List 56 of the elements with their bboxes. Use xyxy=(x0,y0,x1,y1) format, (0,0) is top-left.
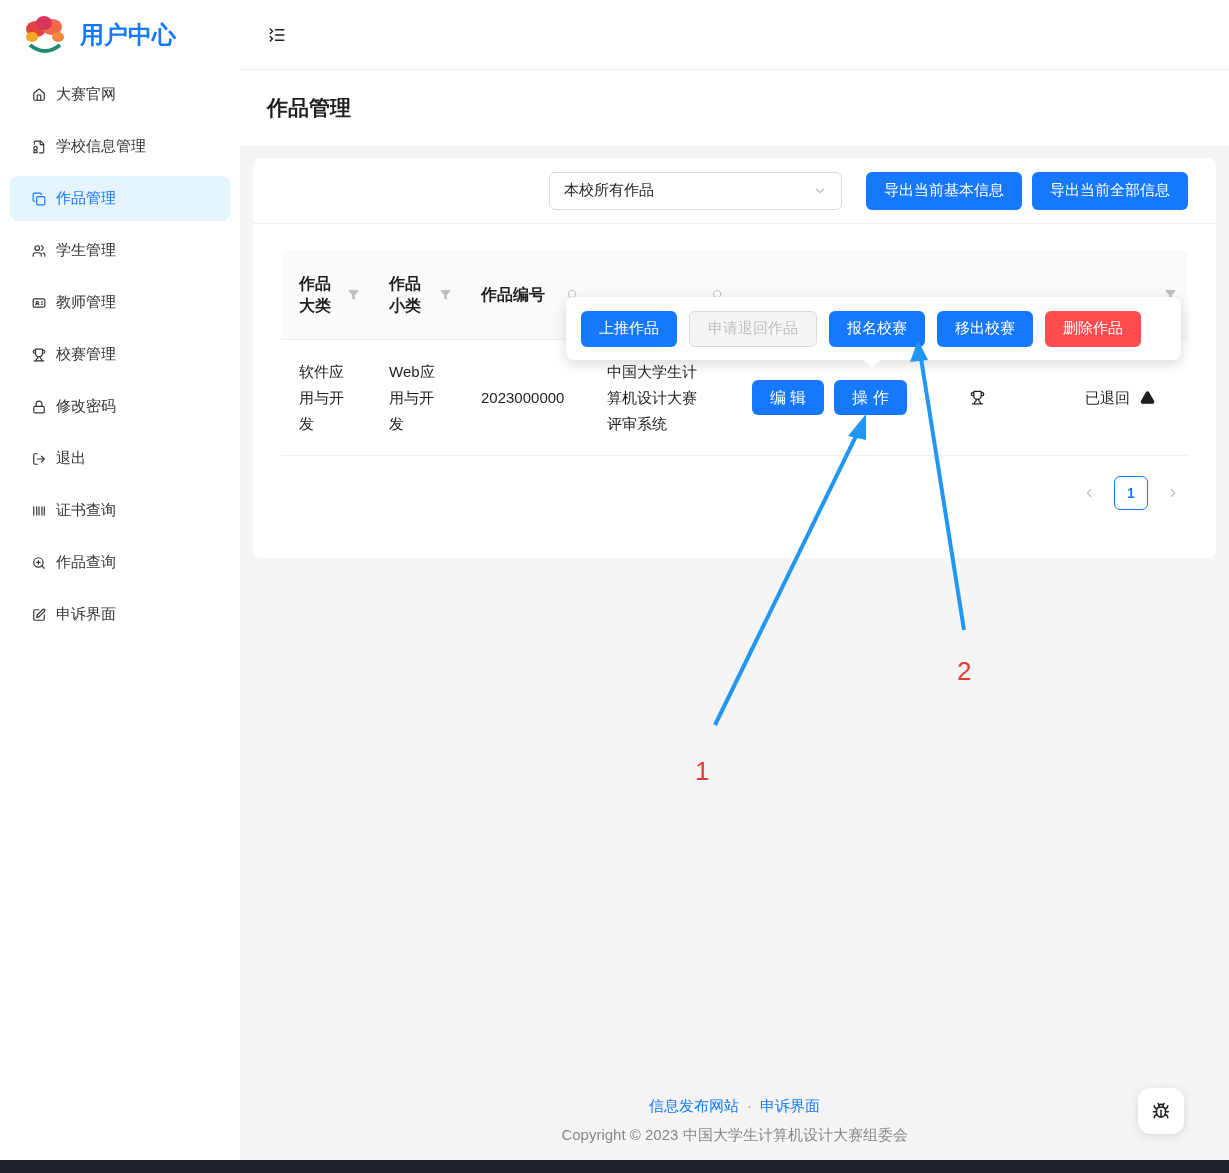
menu-item-icon xyxy=(32,607,46,622)
status-text: 已退回 xyxy=(1085,387,1130,408)
operate-button[interactable]: 操 作 xyxy=(834,380,907,415)
sidebar-item[interactable]: 大赛官网 xyxy=(10,72,230,117)
page-title: 作品管理 xyxy=(267,95,351,122)
sidebar-item[interactable]: 校赛管理 xyxy=(10,332,230,377)
filter-icon[interactable] xyxy=(348,289,359,300)
app-title: 用户中心 xyxy=(80,20,176,50)
menu-item-icon xyxy=(32,139,46,154)
sidebar-item[interactable]: 申诉界面 xyxy=(10,592,230,637)
popover-button[interactable]: 报名校赛 xyxy=(829,310,925,347)
sidebar-item[interactable]: 作品管理 xyxy=(10,176,230,221)
footer-separator: · xyxy=(747,1096,752,1116)
menu-item-icon xyxy=(32,191,46,206)
sidebar-item[interactable]: 学生管理 xyxy=(10,228,230,273)
export-button[interactable]: 导出当前基本信息 xyxy=(866,171,1022,210)
column-header: 作品编号 xyxy=(481,284,545,305)
menu-item-icon xyxy=(32,555,46,570)
filter-select[interactable]: 本校所有作品 xyxy=(549,171,842,210)
bug-report-button[interactable] xyxy=(1138,1088,1184,1134)
bug-icon xyxy=(1152,1102,1170,1120)
edit-button[interactable]: 编 辑 xyxy=(752,380,825,415)
table-cell-text: Web应用与开发 xyxy=(389,361,436,434)
menu-item-icon xyxy=(32,295,46,310)
menu-item-icon xyxy=(32,87,46,102)
footer-link[interactable]: 信息发布网站 xyxy=(649,1095,739,1118)
column-header: 作品小类 xyxy=(389,273,422,316)
filter-icon[interactable] xyxy=(1165,289,1176,300)
sidebar-item[interactable]: 作品查询 xyxy=(10,540,230,585)
sidebar-item[interactable]: 退出 xyxy=(10,436,230,481)
table-cell-text: 软件应用与开发 xyxy=(299,361,345,434)
page-button[interactable]: 1 xyxy=(1114,476,1148,510)
annotation-number: 2 xyxy=(957,655,972,688)
export-button[interactable]: 导出当前全部信息 xyxy=(1032,171,1188,210)
column-header: 作品大类 xyxy=(299,273,332,316)
trophy-icon xyxy=(970,390,985,405)
sidebar-item[interactable]: 学校信息管理 xyxy=(10,124,230,169)
table-cell: 2023000000 xyxy=(481,388,565,406)
menu-item-icon xyxy=(32,399,46,414)
warning-icon xyxy=(1140,390,1155,405)
popover-button[interactable]: 上推作品 xyxy=(581,310,677,347)
sidebar-item[interactable]: 教师管理 xyxy=(10,280,230,325)
copyright-text: Copyright © 2023 中国大学生计算机设计大赛组委会 xyxy=(561,1124,908,1145)
menu-item-icon xyxy=(32,503,46,518)
filter-icon[interactable] xyxy=(440,289,451,300)
table-cell-text: 中国大学生计算机设计大赛评审系统 xyxy=(607,361,698,434)
sidebar-item[interactable]: 证书查询 xyxy=(10,488,230,533)
menu-fold-icon[interactable] xyxy=(268,25,286,44)
menu-item-icon xyxy=(32,347,46,362)
annotation-number: 1 xyxy=(695,755,710,788)
sidebar-item[interactable]: 修改密码 xyxy=(10,384,230,429)
popover-button[interactable]: 移出校赛 xyxy=(937,310,1033,347)
popover-button[interactable]: 删除作品 xyxy=(1045,310,1141,347)
menu-item-icon xyxy=(32,451,46,466)
footer-link[interactable]: 申诉界面 xyxy=(760,1095,820,1118)
menu-item-icon xyxy=(32,243,46,258)
